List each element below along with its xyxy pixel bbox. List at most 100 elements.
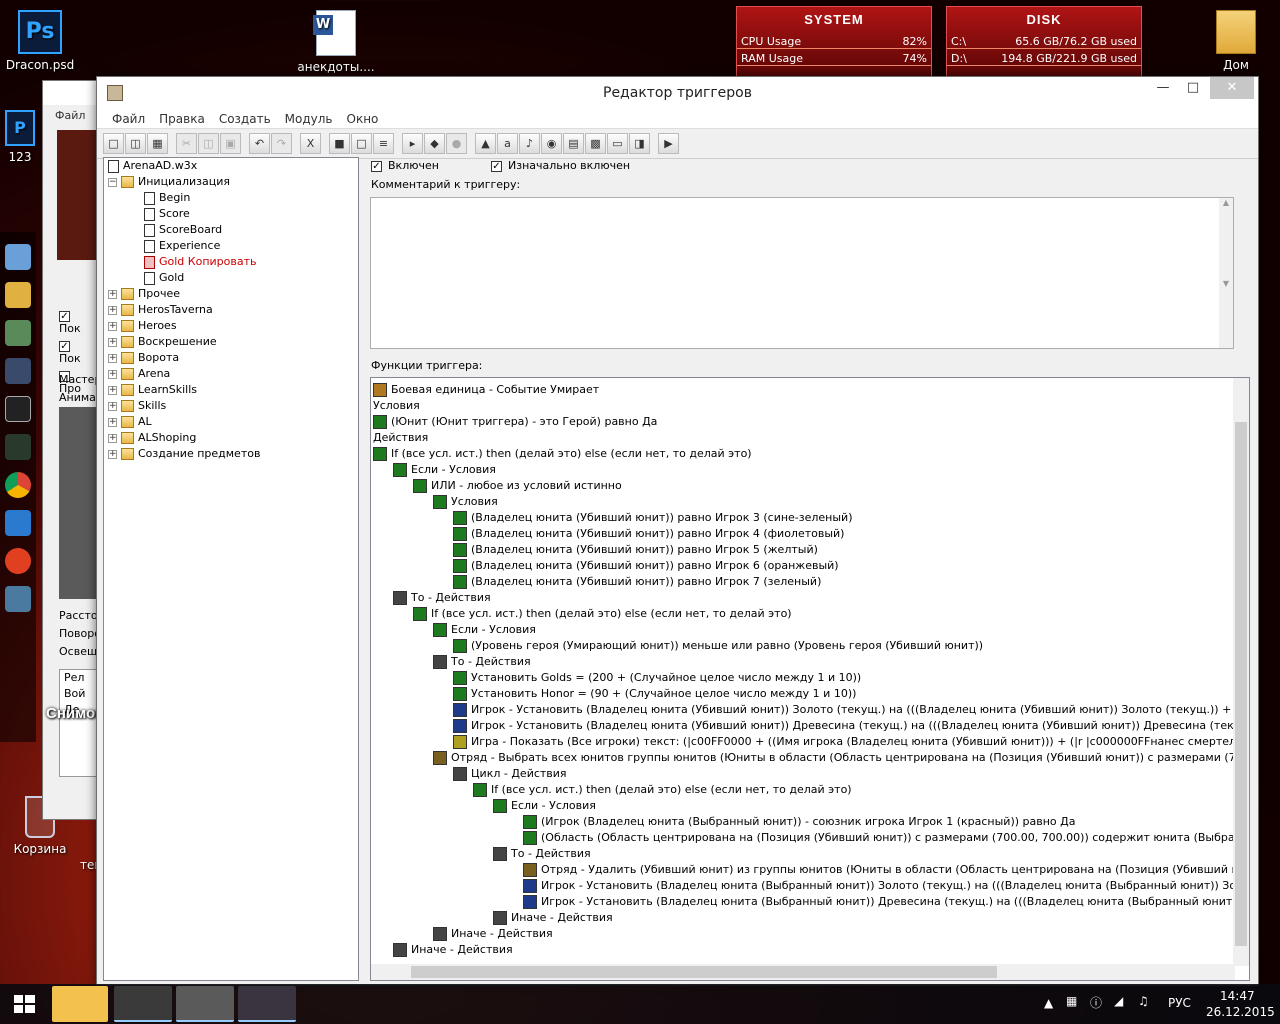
object-editor-icon[interactable]: ◉ [541, 133, 562, 154]
desktop-icon-123[interactable]: P 123 [0, 106, 40, 164]
campaign-editor-icon[interactable]: ▤ [563, 133, 584, 154]
tree-folder[interactable]: + LearnSkills [104, 382, 358, 398]
function-line[interactable]: Игрок - Установить (Владелец юнита (Выбр… [523, 878, 1249, 894]
function-line[interactable]: If (все усл. ист.) then (делай это) else… [373, 446, 752, 462]
gamepad-icon[interactable] [5, 358, 31, 384]
function-line[interactable]: Условия [433, 494, 498, 510]
monitor-icon[interactable] [5, 244, 31, 270]
new-trigger-icon[interactable]: □ [351, 133, 372, 154]
function-line[interactable]: Если - Условия [493, 798, 596, 814]
tree-folder[interactable]: + Skills [104, 398, 358, 414]
function-line[interactable]: Установить Honor = (90 + (Случайное цело… [453, 686, 856, 702]
object-manager-icon[interactable]: ▭ [607, 133, 628, 154]
function-line[interactable]: ИЛИ - любое из условий истинно [413, 478, 622, 494]
chrome-icon[interactable] [5, 472, 31, 498]
new-action-icon[interactable]: ● [446, 133, 467, 154]
function-line[interactable]: (Юнит (Юнит триггера) - это Герой) равно… [373, 414, 657, 430]
volume-icon[interactable]: ♫ [1138, 994, 1149, 1008]
tray-info-icon[interactable]: ⓘ [1090, 994, 1102, 1011]
function-line[interactable]: Игрок - Установить (Владелец юнита (Убив… [453, 702, 1249, 718]
expand-icon[interactable]: + [108, 417, 117, 427]
function-line[interactable]: То - Действия [493, 846, 591, 862]
function-line[interactable]: Если - Условия [393, 462, 496, 478]
close-button[interactable]: ✕ [1210, 77, 1254, 99]
function-line[interactable]: (Область (Область центрирована на (Позиц… [523, 830, 1249, 846]
expand-icon[interactable]: + [108, 449, 117, 459]
function-line[interactable]: (Владелец юнита (Убивший юнит)) равно Иг… [453, 558, 839, 574]
save-icon[interactable]: ▦ [147, 133, 168, 154]
function-line[interactable]: Установить Golds = (200 + (Случайное цел… [453, 670, 861, 686]
tree-folder[interactable]: + Воскрешение [104, 334, 358, 350]
ai-editor-icon[interactable]: ▩ [585, 133, 606, 154]
expand-icon[interactable]: + [108, 433, 117, 443]
bg-window-menu[interactable]: Файл [43, 105, 97, 126]
function-line[interactable]: If (все усл. ист.) then (делай это) else… [413, 606, 792, 622]
menu-window[interactable]: Окно [340, 112, 386, 126]
music-icon[interactable] [5, 510, 31, 536]
copy-icon[interactable]: ◫ [198, 133, 219, 154]
function-line[interactable]: (Владелец юнита (Убивший юнит)) равно Иг… [453, 510, 853, 526]
enabled-checkbox[interactable]: ✓ Включен [371, 159, 439, 172]
comment-scrollbar[interactable]: ▲ ▼ [1219, 198, 1233, 348]
function-line[interactable]: Боевая единица - Событие Умирает [373, 382, 599, 398]
camera-icon[interactable] [5, 586, 31, 612]
bg-list-item[interactable]: Вой [64, 686, 98, 702]
start-icon[interactable] [4, 986, 44, 1022]
network-icon[interactable]: ◢ [1114, 994, 1123, 1008]
function-line[interactable]: Отряд - Удалить (Убивший юнит) из группы… [523, 862, 1249, 878]
tree-folder[interactable]: + Arena [104, 366, 358, 382]
expand-icon[interactable]: + [108, 401, 117, 411]
import-manager-icon[interactable]: ◨ [629, 133, 650, 154]
tree-trigger-item[interactable]: Score [104, 206, 358, 222]
function-line[interactable]: Иначе - Действия [393, 942, 513, 958]
sound-editor-icon[interactable]: ♪ [519, 133, 540, 154]
chrome-icon[interactable] [114, 986, 172, 1022]
bg-check-2[interactable]: ✓Пок [59, 339, 97, 365]
minimize-button[interactable]: — [1148, 77, 1178, 99]
expand-icon[interactable]: + [108, 321, 117, 331]
function-line[interactable]: Иначе - Действия [433, 926, 553, 942]
tree-folder[interactable]: + Heroes [104, 318, 358, 334]
maximize-button[interactable]: □ [1178, 77, 1208, 99]
function-line[interactable]: (Владелец юнита (Убивший юнит)) равно Иг… [453, 574, 821, 590]
v-icon[interactable] [5, 434, 31, 460]
redo-icon[interactable]: ↷ [271, 133, 292, 154]
language-indicator[interactable]: РУС [1168, 996, 1191, 1010]
function-line[interactable]: (Игрок (Владелец юнита (Выбранный юнит))… [523, 814, 1075, 830]
tree-trigger-item[interactable]: Experience [104, 238, 358, 254]
function-line[interactable]: Если - Условия [433, 622, 536, 638]
tree-trigger-item[interactable]: Gold Копировать [104, 254, 358, 270]
function-line[interactable]: (Уровень героя (Умирающий юнит)) меньше … [453, 638, 983, 654]
cut-icon[interactable]: ✂ [176, 133, 197, 154]
function-line[interactable]: Отряд - Выбрать всех юнитов группы юнито… [433, 750, 1249, 766]
desktop-icon-anekdoty[interactable]: W анекдоты.... [296, 6, 376, 74]
dollar-icon[interactable] [5, 396, 31, 422]
scrollbar-thumb[interactable] [1235, 422, 1247, 946]
desktop-icon-dracon[interactable]: Ps Dracon.psd [0, 6, 80, 72]
terrain-editor-icon[interactable]: ▲ [475, 133, 496, 154]
function-line[interactable]: Условия [373, 398, 420, 414]
comment-textarea[interactable]: ▲ ▼ [370, 197, 1234, 349]
menu-module[interactable]: Модуль [278, 112, 340, 126]
media-icon[interactable] [5, 320, 31, 346]
function-line[interactable]: Игра - Показать (Все игроки) текст: (|c0… [453, 734, 1249, 750]
paste-icon[interactable]: ▣ [220, 133, 241, 154]
function-line[interactable]: Игрок - Установить (Владелец юнита (Выбр… [523, 894, 1249, 910]
tree-trigger-item[interactable]: ScoreBoard [104, 222, 358, 238]
function-line[interactable]: То - Действия [393, 590, 491, 606]
title-bar[interactable]: Редактор триггеров — □ ✕ [97, 77, 1258, 109]
clock-time[interactable]: 14:47 [1220, 989, 1255, 1003]
new-category-icon[interactable]: ■ [329, 133, 350, 154]
flash-icon[interactable] [5, 548, 31, 574]
menu-file[interactable]: Файл [105, 112, 152, 126]
new-icon[interactable]: □ [103, 133, 124, 154]
tree-root[interactable]: ArenaAD.w3x [104, 158, 358, 174]
new-condition-icon[interactable]: ◆ [424, 133, 445, 154]
function-line[interactable]: (Владелец юнита (Убивший юнит)) равно Иг… [453, 526, 844, 542]
function-line[interactable]: Цикл - Действия [453, 766, 567, 782]
bg-list-item[interactable]: Рел [64, 670, 98, 686]
world-editor-icon[interactable] [176, 986, 234, 1022]
function-line[interactable]: If (все усл. ист.) then (делай это) else… [473, 782, 852, 798]
tree-folder[interactable]: + Прочее [104, 286, 358, 302]
tree-folder[interactable]: + Создание предметов [104, 446, 358, 462]
